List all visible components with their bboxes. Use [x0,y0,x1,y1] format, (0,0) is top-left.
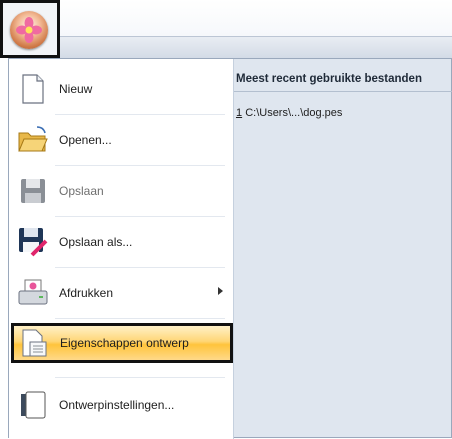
recent-file-index: 1 [236,107,243,119]
submenu-arrow-icon [218,287,223,295]
menu-item-label: Eigenschappen ontwerp [60,336,189,350]
recent-file-path: C:\Users\...\dog.pes [245,107,343,119]
ribbon-tab-strip [60,37,452,59]
title-bar [0,0,452,37]
menu-item-save-as[interactable]: Opslaan als... [13,220,231,264]
menu-item-open[interactable]: Openen... [13,118,231,162]
save-disk-icon [17,175,49,207]
menu-separator [55,377,225,378]
menu-separator [55,114,225,115]
menu-item-print[interactable]: Afdrukken [13,271,231,315]
menu-item-label: Ontwerpinstellingen... [59,398,175,412]
menu-commands-pane: Nieuw Openen... Opslaan Opslaan als... A… [9,59,234,439]
open-folder-icon [17,124,49,156]
new-document-icon [17,73,49,105]
menu-separator [55,165,225,166]
menu-separator [55,267,225,268]
menu-item-new[interactable]: Nieuw [13,67,231,111]
menu-item-label: Afdrukken [59,286,114,300]
menu-separator [55,318,225,319]
application-menu: Nieuw Openen... Opslaan Opslaan als... A… [8,58,452,439]
design-properties-icon [18,327,50,359]
save-as-icon [17,226,49,258]
application-menu-button[interactable] [0,0,60,58]
recent-files-heading: Meest recent gebruikte bestanden [234,67,452,92]
menu-item-label: Nieuw [59,82,93,96]
menu-item-label: Opslaan als... [59,235,133,249]
flower-orb-icon [10,11,48,49]
menu-separator [55,216,225,217]
design-settings-icon [17,389,49,421]
menu-item-design-properties[interactable]: Eigenschappen ontwerp [11,323,233,363]
menu-item-save[interactable]: Opslaan [13,169,231,213]
menu-item-design-settings[interactable]: Ontwerpinstellingen... [13,383,231,427]
recent-file-item[interactable]: 1 C:\Users\...\dog.pes [236,107,342,119]
menu-item-label: Openen... [59,133,112,147]
menu-item-label: Opslaan [59,184,104,198]
print-icon [17,277,49,309]
